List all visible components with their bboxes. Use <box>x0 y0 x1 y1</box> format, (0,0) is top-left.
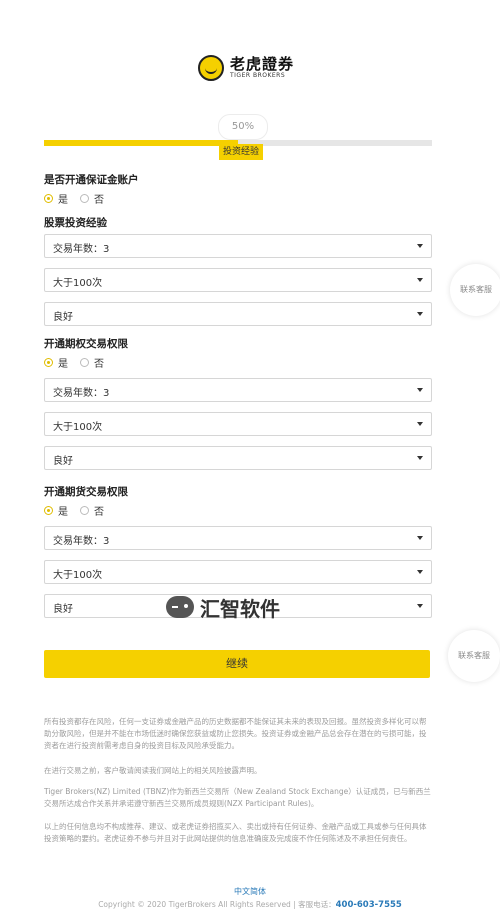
futures-radio-no[interactable]: 否 <box>80 503 104 518</box>
futures-question-title: 开通期货交易权限 <box>44 486 128 498</box>
select-value: 良好 <box>53 312 73 323</box>
futures-count-select[interactable]: 大于100次 <box>44 560 432 584</box>
radio-empty-icon <box>80 358 89 367</box>
brand-name-en: TIGER BROKERS <box>230 72 286 79</box>
futures-years-select[interactable]: 交易年数：3 <box>44 526 432 550</box>
disclaimer-p2: 在进行交易之前，客户敬请阅读我们网站上的相关风险披露声明。 <box>44 766 262 775</box>
options-years-select[interactable]: 交易年数：3 <box>44 378 432 402</box>
language-link[interactable]: 中文简体 <box>0 886 500 897</box>
support-phone[interactable]: 400-603-7555 <box>336 900 402 910</box>
stock-level-select[interactable]: 良好 <box>44 302 432 326</box>
options-radio-no[interactable]: 否 <box>80 355 104 370</box>
brand-logo: 老虎證券 TIGER BROKERS <box>198 53 308 83</box>
contact-support-button-2[interactable]: 联系客服 <box>448 630 500 682</box>
tiger-logo-icon <box>198 55 224 81</box>
select-value: 交易年数：3 <box>53 536 110 547</box>
disclaimer-p3: Tiger Brokers(NZ) Limited (TBNZ)作为新西兰交易所… <box>44 787 431 808</box>
disclaimer-p1: 所有投资都存在风险，任何一支证券或金融产品的历史数据都不能保证其未来的表现及回报… <box>44 717 427 750</box>
select-value: 大于100次 <box>53 422 103 433</box>
progress-percent: 50% <box>218 114 268 140</box>
radio-selected-icon <box>44 506 53 515</box>
select-value: 良好 <box>53 456 73 467</box>
progress-step-tag: 投资经验 <box>219 144 264 160</box>
caret-down-icon <box>417 570 423 574</box>
continue-button[interactable]: 继续 <box>44 650 430 678</box>
radio-empty-icon <box>80 506 89 515</box>
progress-fill <box>44 140 238 146</box>
select-value: 大于100次 <box>53 570 103 581</box>
stock-question-title: 股票投资经验 <box>44 217 107 229</box>
margin-radio-yes[interactable]: 是 <box>44 191 68 206</box>
watermark-text: 汇智软件 <box>200 596 280 621</box>
gamepad-icon <box>166 596 194 618</box>
radio-label: 否 <box>94 195 104 206</box>
options-level-select[interactable]: 良好 <box>44 446 432 470</box>
radio-label: 是 <box>58 359 68 370</box>
options-radio-yes[interactable]: 是 <box>44 355 68 370</box>
caret-down-icon <box>417 312 423 316</box>
caret-down-icon <box>417 422 423 426</box>
radio-selected-icon <box>44 358 53 367</box>
select-value: 交易年数：3 <box>53 244 110 255</box>
footer-copyright: Copyright © 2020 TigerBrokers All Rights… <box>0 899 500 910</box>
margin-radio-no[interactable]: 否 <box>80 191 104 206</box>
options-question-title: 开通期权交易权限 <box>44 338 128 350</box>
caret-down-icon <box>417 456 423 460</box>
caret-down-icon <box>417 536 423 540</box>
caret-down-icon <box>417 244 423 248</box>
radio-label: 否 <box>94 507 104 518</box>
contact-support-button[interactable]: 联系客服 <box>450 264 500 316</box>
radio-label: 是 <box>58 507 68 518</box>
radio-selected-icon <box>44 194 53 203</box>
radio-label: 是 <box>58 195 68 206</box>
stock-years-select[interactable]: 交易年数：3 <box>44 234 432 258</box>
disclaimer-p4: 以上的任何信息均不构成推荐、建议、或老虎证券招揽买入、卖出或持有任何证券、金融产… <box>44 822 427 843</box>
radio-empty-icon <box>80 194 89 203</box>
futures-radio-yes[interactable]: 是 <box>44 503 68 518</box>
watermark: 汇智软件 <box>166 590 280 624</box>
select-value: 大于100次 <box>53 278 103 289</box>
options-count-select[interactable]: 大于100次 <box>44 412 432 436</box>
caret-down-icon <box>417 388 423 392</box>
select-value: 交易年数：3 <box>53 388 110 399</box>
caret-down-icon <box>417 604 423 608</box>
margin-question-title: 是否开通保证金账户 <box>44 174 139 186</box>
copyright-text: Copyright © 2020 TigerBrokers All Rights… <box>98 900 336 909</box>
radio-label: 否 <box>94 359 104 370</box>
brand-name-cn: 老虎證券 <box>230 55 295 73</box>
caret-down-icon <box>417 278 423 282</box>
select-value: 良好 <box>53 604 73 615</box>
stock-count-select[interactable]: 大于100次 <box>44 268 432 292</box>
